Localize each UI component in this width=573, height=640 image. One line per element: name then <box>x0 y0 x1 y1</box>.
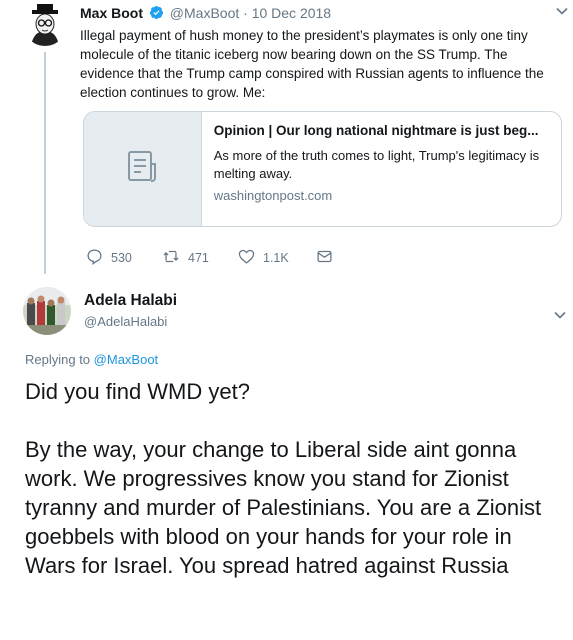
reply-count: 530 <box>111 251 132 265</box>
replying-to-link[interactable]: @MaxBoot <box>94 352 159 367</box>
dm-button[interactable] <box>316 248 333 268</box>
card-domain: washingtonpost.com <box>213 188 333 203</box>
retweet-count: 471 <box>188 251 209 265</box>
card-thumbnail <box>84 112 202 226</box>
like-count: 1.1K <box>263 251 289 265</box>
avatar[interactable] <box>23 2 67 46</box>
avatar[interactable] <box>23 287 71 335</box>
replying-to-label: Replying to <box>25 352 91 367</box>
card-body: Opinion | Our long national nightmare is… <box>202 112 561 226</box>
author-handle[interactable]: @MaxBoot <box>170 5 239 21</box>
tweet-header: Max Boot @MaxBoot · 10 Dec 2018 <box>80 4 560 24</box>
like-icon <box>238 248 255 268</box>
thread-line <box>44 52 46 274</box>
separator: · <box>243 5 248 21</box>
verified-icon <box>149 5 164 24</box>
replying-to: Replying to @MaxBoot <box>25 352 158 367</box>
tweet-text: Illegal payment of hush money to the pre… <box>80 28 544 100</box>
article-icon <box>124 148 160 191</box>
author-name[interactable]: Max Boot <box>80 5 143 21</box>
retweet-icon <box>162 248 180 268</box>
reply-icon <box>86 248 103 268</box>
tweet-main[interactable]: Max Boot @MaxBoot · 10 Dec 2018 Illegal … <box>80 4 560 102</box>
reply-button[interactable]: 530 <box>86 248 132 268</box>
author-handle[interactable]: @AdelaHalabi <box>84 314 167 329</box>
card-title: Opinion | Our long national nightmare is… <box>213 123 539 138</box>
chevron-down-icon[interactable] <box>553 308 567 327</box>
card-description: As more of the truth comes to light, Tru… <box>213 148 540 181</box>
chevron-down-icon[interactable] <box>555 4 569 23</box>
tweet-text: Did you find WMD yet? By the way, your c… <box>25 379 542 578</box>
like-button[interactable]: 1.1K <box>238 248 289 268</box>
link-card[interactable]: Opinion | Our long national nightmare is… <box>83 111 562 227</box>
avatar-max-boot <box>23 2 67 46</box>
retweet-button[interactable]: 471 <box>162 248 209 268</box>
dm-icon <box>316 248 333 268</box>
tweet-date[interactable]: 10 Dec 2018 <box>252 5 331 21</box>
avatar-adela-halabi <box>23 287 71 335</box>
author-name[interactable]: Adela Halabi <box>84 292 177 310</box>
